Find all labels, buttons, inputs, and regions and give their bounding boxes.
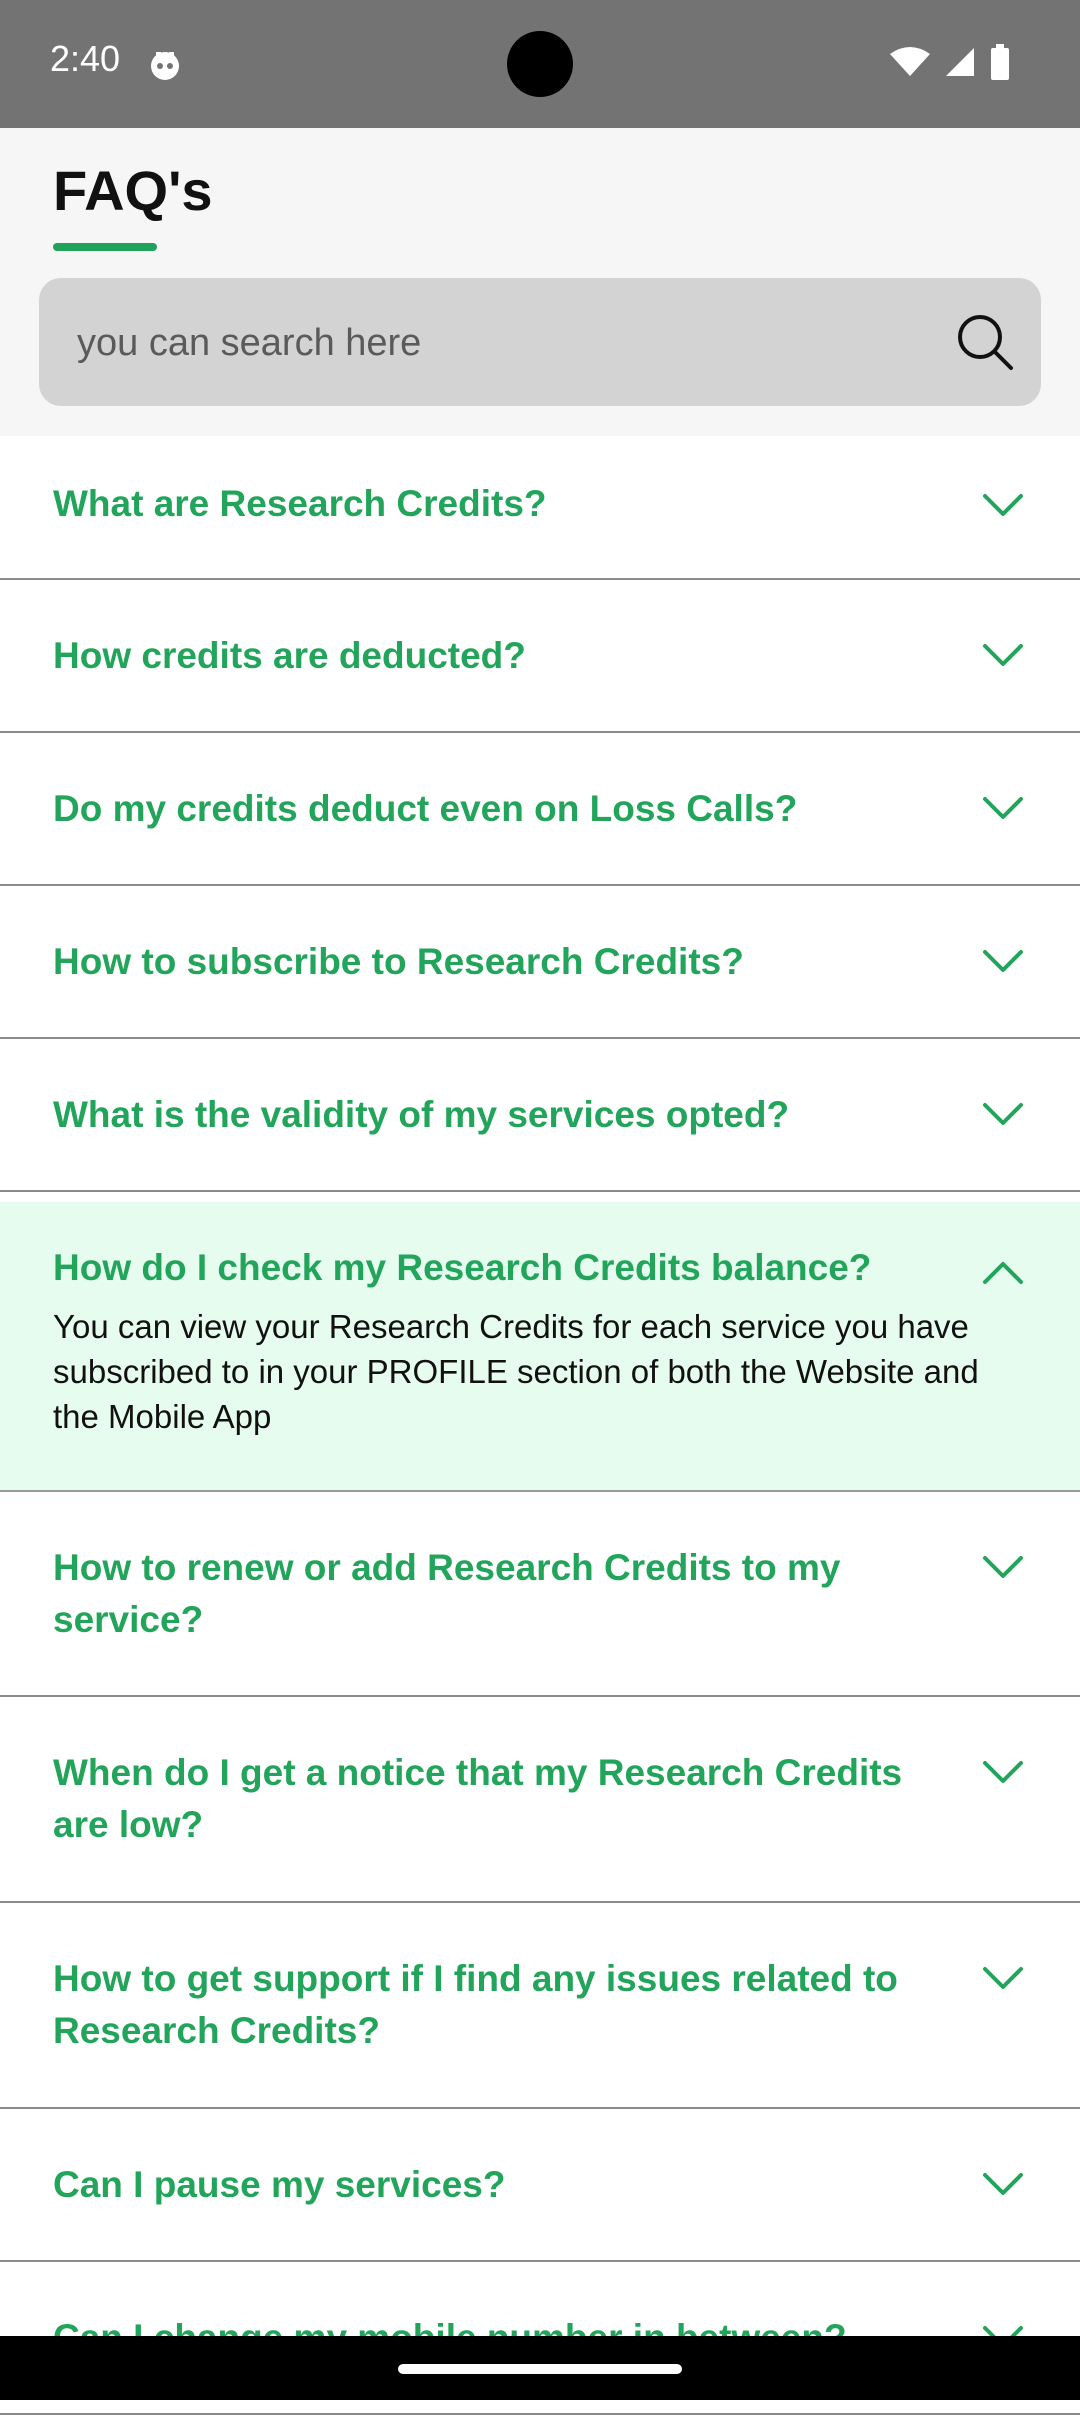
faq-item[interactable]: How to subscribe to Research Credits? [0,886,1080,1039]
status-icons [890,44,1010,80]
faq-item[interactable]: Do my credits deduct even on Loss Calls? [0,733,1080,886]
search-icon[interactable] [955,312,1015,372]
chevron-down-icon[interactable] [982,492,1024,520]
cellular-signal-icon [946,48,974,76]
chevron-down-icon[interactable] [982,1965,1024,1993]
app-notification-icon [151,52,179,80]
chevron-up-icon[interactable] [982,1258,1024,1286]
faq-question[interactable]: How credits are deducted? [53,630,960,682]
faq-question[interactable]: What is the validity of my services opte… [53,1089,960,1141]
faq-question[interactable]: How to subscribe to Research Credits? [53,936,960,988]
faq-item[interactable]: What is the validity of my services opte… [0,1039,1080,1192]
faq-question[interactable]: Can I pause my services? [53,2159,960,2211]
faq-question[interactable]: What are Research Credits? [53,478,960,530]
battery-icon [991,44,1009,80]
page-title: FAQ's [53,159,213,222]
faq-item[interactable]: When do I get a notice that my Research … [0,1697,1080,1903]
status-time: 2:40 [50,38,121,79]
title-underline [53,243,157,251]
navigation-bar [0,2336,1080,2400]
faq-item[interactable]: How do I check my Research Credits balan… [0,1202,1080,1492]
faq-list: What are Research Credits? How credits ar… [0,436,1080,2415]
chevron-down-icon[interactable] [982,1759,1024,1787]
faq-item[interactable]: How to renew or add Research Credits to … [0,1492,1080,1697]
chevron-down-icon[interactable] [982,2171,1024,2199]
faq-question[interactable]: How to renew or add Research Credits to … [53,1542,960,1646]
faq-question[interactable]: Do my credits deduct even on Loss Calls? [53,783,960,835]
search-box[interactable] [39,278,1041,408]
chevron-down-icon[interactable] [982,1101,1024,1129]
faq-answer: You can view your Research Credits for e… [53,1308,979,1435]
chevron-down-icon[interactable] [982,1554,1024,1582]
search-input[interactable] [75,278,939,408]
faq-question[interactable]: When do I get a notice that my Research … [53,1747,960,1851]
faq-question[interactable]: How to get support if I find any issues … [53,1953,960,2057]
faq-item[interactable]: How to get support if I find any issues … [0,1903,1080,2109]
status-bar: 2:40 [0,0,1080,128]
home-gesture-handle[interactable] [398,2364,682,2374]
chevron-down-icon[interactable] [982,795,1024,823]
faq-question[interactable]: How do I check my Research Credits balan… [53,1242,960,1294]
faq-item[interactable]: What are Research Credits? [0,436,1080,580]
faq-item[interactable]: Can I pause my services? [0,2109,1080,2262]
faq-header: FAQ's [0,128,1080,436]
wifi-icon [890,47,930,76]
camera-cutout [507,31,573,97]
chevron-down-icon[interactable] [982,642,1024,670]
faq-item[interactable]: How credits are deducted? [0,580,1080,733]
chevron-down-icon[interactable] [982,948,1024,976]
